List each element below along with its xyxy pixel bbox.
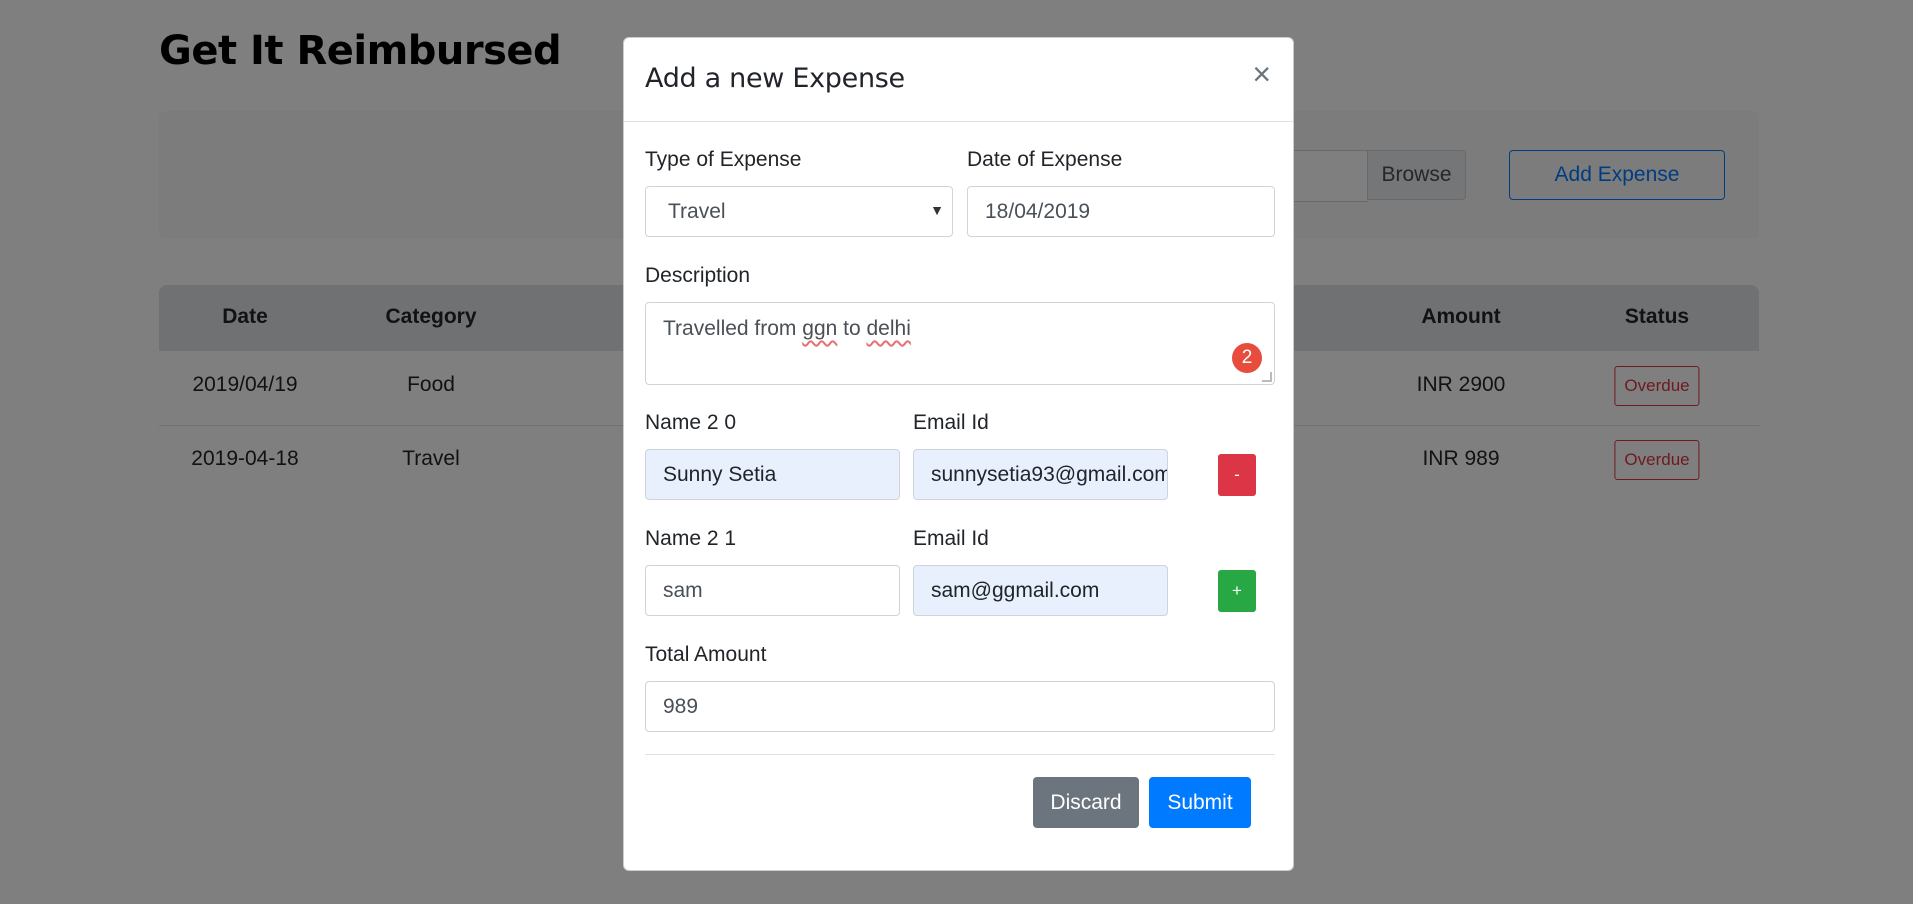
date-of-expense-input[interactable]: 18/04/2019 [967,186,1275,237]
type-of-expense-select[interactable]: Travel ▼ [645,186,953,237]
description-textarea[interactable]: Travelled from ggn to delhi 2 [645,302,1275,385]
date-of-expense-label: Date of Expense [967,148,1123,171]
total-amount-input[interactable]: 989 [645,681,1275,732]
total-amount-label: Total Amount [645,643,767,666]
participant-name-input[interactable]: Sunny Setia [645,449,900,500]
discard-button[interactable]: Discard [1033,777,1139,828]
resize-handle-icon[interactable] [1262,372,1272,382]
participant-email-label: Email Id [913,411,989,434]
participant-name-label: Name 2 0 [645,411,737,434]
misspelled-word: ggn [802,317,838,340]
remove-participant-button[interactable]: - [1218,454,1256,496]
participant-name-input[interactable]: sam [645,565,900,616]
type-of-expense-value: Travel [668,199,726,223]
participant-email-input[interactable]: sunnysetia93@gmail.com [913,449,1168,500]
close-icon[interactable]: × [1252,58,1271,90]
participant-name-label: Name 2 1 [645,527,737,550]
participant-email-input[interactable]: sam@ggmail.com [913,565,1168,616]
description-label: Description [645,264,751,287]
add-expense-modal: Add a new Expense × Type of Expense Trav… [623,37,1294,871]
type-of-expense-label: Type of Expense [645,148,802,171]
add-participant-button[interactable]: + [1218,570,1256,612]
chevron-down-icon: ▼ [930,202,944,218]
modal-divider [645,754,1275,755]
participant-email-label: Email Id [913,527,989,550]
modal-header: Add a new Expense × [624,38,1293,122]
grammar-count-badge[interactable]: 2 [1232,343,1262,373]
submit-button[interactable]: Submit [1149,777,1251,828]
modal-title: Add a new Expense [645,63,905,94]
misspelled-word: delhi [866,317,911,340]
description-text: to [837,317,867,340]
description-text: Travelled from [663,317,803,340]
